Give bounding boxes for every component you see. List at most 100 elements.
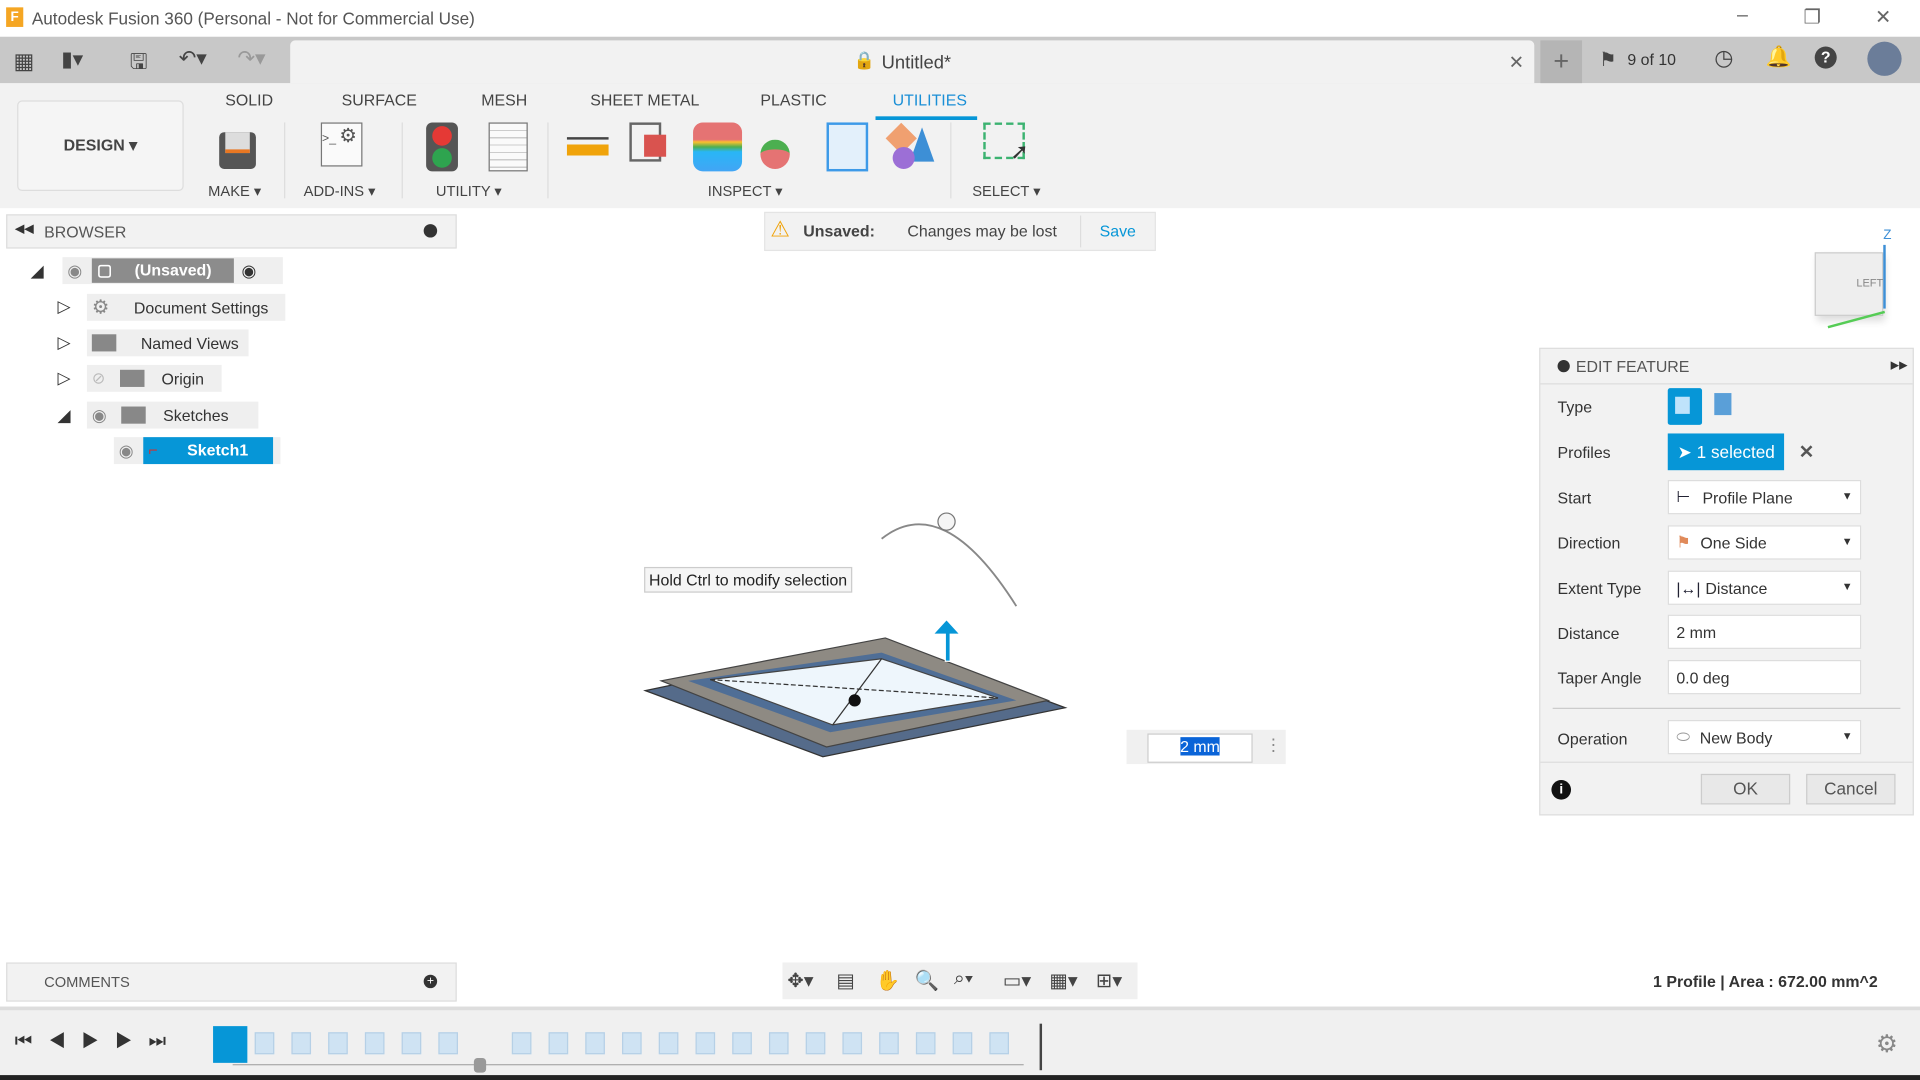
component-color-icon[interactable] [888, 122, 932, 171]
timeline-settings-icon[interactable]: ⚙ [1876, 1029, 1898, 1060]
browser-item-sketch1[interactable]: ◉⌐Sketch1 [114, 437, 281, 464]
tab-solid[interactable]: SOLID [225, 91, 273, 109]
cancel-button[interactable]: Cancel [1806, 774, 1895, 805]
group-add-ins[interactable]: ADD-INS ▾ [304, 182, 376, 199]
group-make[interactable]: MAKE ▾ [208, 182, 261, 199]
clear-selection-icon[interactable]: ✕ [1799, 441, 1814, 463]
tab-surface[interactable]: SURFACE [342, 91, 417, 109]
tab-plastic[interactable]: PLASTIC [760, 91, 826, 109]
start-dropdown[interactable]: ⊢Profile Plane▼ [1668, 480, 1861, 514]
scripts-addins-icon[interactable]: >_ ⚙ [321, 122, 365, 171]
zoom-icon[interactable]: 🔍 [915, 969, 939, 993]
timeline-feature[interactable] [328, 1032, 348, 1054]
browser-item-named-views[interactable]: Named Views [87, 329, 249, 356]
timeline-feature[interactable] [879, 1032, 899, 1054]
distance-inline-input[interactable]: 2 mm [1147, 733, 1252, 762]
timeline-marker[interactable] [1040, 1024, 1042, 1071]
curvature-map-icon[interactable] [693, 122, 742, 171]
job-status-icon[interactable]: ⚑ [1599, 48, 1617, 72]
browser-item-origin[interactable]: ⊘Origin [87, 365, 222, 392]
taper-angle-value[interactable]: 0.0 deg [1676, 668, 1729, 686]
job-status-count[interactable]: 9 of 10 [1627, 50, 1676, 68]
notifications-icon[interactable]: 🔔 [1766, 45, 1792, 69]
timeline-feature[interactable] [402, 1032, 422, 1054]
visibility-eye-icon[interactable]: ◉ [67, 260, 82, 281]
pan-hand-icon[interactable]: ✋ [876, 969, 900, 993]
timeline-sketch-item[interactable] [213, 1026, 247, 1063]
timeline-feature[interactable] [769, 1032, 789, 1054]
workspace-switcher[interactable]: DESIGN ▾ [17, 100, 184, 191]
close-tab-button[interactable]: ✕ [1509, 51, 1524, 73]
more-options-icon[interactable]: ⋮ [1265, 735, 1282, 756]
comments-panel-header[interactable]: COMMENTS + [6, 962, 457, 1001]
timeline-scroll-thumb[interactable] [474, 1058, 486, 1073]
viewcube-face-label[interactable]: LEFT [1856, 277, 1883, 289]
distance-input[interactable]: 2 mm [1668, 615, 1861, 649]
distance-arrow-handle[interactable] [933, 620, 960, 662]
orbit-icon[interactable]: ✥▾ [787, 969, 813, 993]
group-select[interactable]: SELECT ▾ [972, 182, 1040, 199]
group-inspect[interactable]: INSPECT ▾ [708, 182, 783, 199]
visibility-eye-icon[interactable]: ◉ [92, 405, 107, 426]
fit-icon[interactable]: ⌕▾ [954, 969, 973, 991]
minimize-button[interactable]: – [1724, 5, 1761, 27]
timeline-feature[interactable] [365, 1032, 385, 1054]
visibility-eye-icon[interactable]: ◉ [119, 440, 134, 461]
extent-type-dropdown[interactable]: |↔|Distance▼ [1668, 571, 1861, 605]
type-extrude-button[interactable] [1668, 388, 1702, 425]
previous-step-icon[interactable]: ◀ [48, 1031, 81, 1052]
angle-handle[interactable] [938, 513, 955, 530]
model-viewport[interactable] [612, 490, 1102, 784]
expand-triangle-icon[interactable]: ▷ [58, 332, 71, 353]
interference-icon[interactable] [629, 122, 673, 171]
data-panel-icon[interactable]: ▦ [13, 49, 34, 75]
expand-triangle-icon[interactable]: ◢ [31, 261, 44, 282]
measure-icon[interactable] [567, 122, 611, 171]
display-settings-icon[interactable]: ▭▾ [1003, 969, 1031, 993]
play-icon[interactable]: ▶ [82, 1031, 115, 1052]
ok-button[interactable]: OK [1701, 774, 1790, 805]
group-utility[interactable]: UTILITY ▾ [436, 182, 502, 199]
collapse-dialog-icon[interactable] [1558, 360, 1570, 372]
tab-utilities[interactable]: UTILITIES [893, 91, 967, 109]
save-icon[interactable]: 🖫 [130, 47, 148, 83]
dialog-header[interactable]: EDIT FEATURE ▶▶ [1540, 349, 1912, 385]
timeline-feature[interactable] [953, 1032, 973, 1054]
timeline-feature[interactable] [842, 1032, 862, 1054]
timeline-feature[interactable] [622, 1032, 642, 1054]
parameters-table-icon[interactable] [489, 122, 533, 171]
file-menu-icon[interactable]: ▮▾ [61, 48, 83, 72]
taper-angle-input[interactable]: 0.0 deg [1668, 660, 1861, 694]
help-icon[interactable]: ? [1815, 47, 1837, 69]
add-comment-icon[interactable]: + [424, 975, 437, 988]
3d-print-icon[interactable] [214, 122, 258, 171]
timeline-feature[interactable] [438, 1032, 458, 1054]
info-icon[interactable]: i [1551, 780, 1571, 800]
viewcube[interactable]: LEFT Z [1810, 245, 1888, 316]
grid-icon[interactable]: ▦▾ [1049, 969, 1077, 993]
browser-item-document-settings[interactable]: ⚙Document Settings [87, 294, 285, 321]
first-step-icon[interactable]: ⏮ [15, 1031, 49, 1052]
traffic-light-icon[interactable] [426, 122, 470, 171]
restore-button[interactable]: ❐ [1794, 5, 1831, 29]
operation-dropdown[interactable]: ⬭New Body▼ [1668, 720, 1861, 754]
user-avatar[interactable] [1867, 42, 1901, 76]
browser-item-sketches[interactable]: ◉Sketches [87, 402, 258, 429]
timeline-feature[interactable] [255, 1032, 275, 1054]
direction-dropdown[interactable]: ⚑One Side▼ [1668, 525, 1861, 559]
timeline-feature[interactable] [659, 1032, 679, 1054]
expand-triangle-icon[interactable]: ▷ [58, 296, 71, 317]
last-step-icon[interactable]: ⏭ [148, 1031, 182, 1052]
history-icon[interactable]: ◷ [1714, 45, 1733, 71]
document-tab[interactable]: 🔒 Untitled* ✕ [290, 40, 1534, 83]
timeline-feature[interactable] [916, 1032, 936, 1054]
undo-icon[interactable]: ↶▾ [179, 47, 207, 71]
distance-value[interactable]: 2 mm [1676, 623, 1716, 641]
save-link[interactable]: Save [1100, 222, 1136, 240]
timeline-feature[interactable] [549, 1032, 569, 1054]
browser-root-item[interactable]: ◉ ▢(Unsaved) ◉ [62, 257, 282, 284]
close-window-button[interactable]: ✕ [1865, 5, 1902, 29]
expand-dialog-icon[interactable]: ▶▶ [1891, 359, 1908, 372]
expand-triangle-icon[interactable]: ▷ [58, 367, 71, 388]
timeline-feature[interactable] [806, 1032, 826, 1054]
